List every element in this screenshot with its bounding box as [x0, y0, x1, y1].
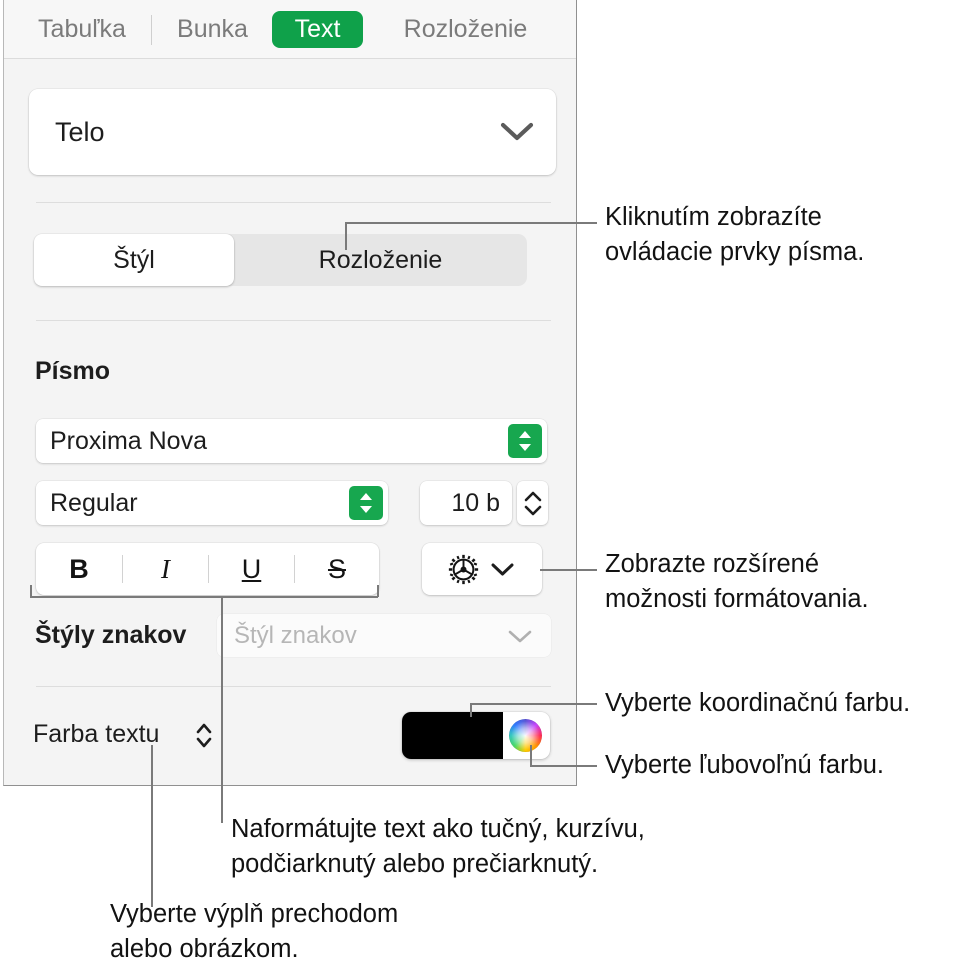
callout-text-formatting: Naformátujte text ako tučný, kurzívu, po… [231, 815, 645, 878]
callout-any-color: Vyberte ľubovoľnú farbu. [605, 751, 885, 779]
font-size-value: 10 b [451, 489, 500, 517]
font-section-title: Písmo [35, 357, 111, 385]
up-down-chevron-icon[interactable] [194, 720, 214, 750]
character-style-dropdown[interactable]: Štýl znakov [217, 614, 551, 657]
tab-rozlozenie[interactable]: Rozloženie [379, 11, 552, 48]
tab-tabulka[interactable]: Tabuľka [22, 11, 142, 48]
font-family-value: Proxima Nova [50, 426, 207, 455]
strikethrough-button[interactable]: S [295, 543, 379, 595]
typeface-button-group[interactable]: B I U S [36, 543, 379, 595]
leader-line-coordinated-h [470, 703, 597, 705]
callout-gradient-fill: Vyberte výplň prechodom alebo obrázkom. [110, 900, 399, 963]
font-weight-value: Regular [50, 488, 138, 517]
callout-font-controls: Kliknutím zobrazíte ovládacie prvky písm… [605, 203, 865, 266]
divider-2 [36, 320, 551, 321]
font-family-stepper[interactable] [508, 424, 542, 458]
color-wheel-icon[interactable] [509, 719, 542, 752]
chevron-down-icon [500, 122, 534, 141]
font-size-field[interactable]: 10 b [420, 481, 512, 525]
character-style-placeholder: Štýl znakov [234, 622, 357, 649]
paragraph-style-popup[interactable]: Telo [29, 89, 556, 175]
paragraph-style-value: Telo [55, 117, 105, 147]
leader-line-text-formatting [221, 596, 223, 823]
segment-rozlozenie[interactable]: Rozloženie [234, 234, 527, 286]
format-inspector-panel: Tabuľka Bunka Text Rozloženie Telo Štýl … [3, 0, 577, 786]
color-swatch[interactable] [402, 712, 503, 759]
leader-line-anycolor-v [530, 745, 532, 766]
bold-button[interactable]: B [36, 543, 122, 595]
bracket-bius-right [377, 585, 379, 597]
font-size-stepper[interactable] [517, 481, 548, 525]
leader-line-advanced-format [540, 569, 597, 571]
tab-bunka[interactable]: Bunka [159, 11, 266, 48]
tab-text[interactable]: Text [272, 11, 363, 48]
callout-advanced-format: Zobrazte rozšírené možnosti formátovania… [605, 550, 869, 613]
up-down-stepper-icon [524, 491, 541, 516]
leader-line-gradient-fill [151, 745, 153, 907]
leader-line-font-controls-h [345, 222, 597, 224]
advanced-format-button[interactable] [422, 543, 542, 595]
inspector-tab-bar: Tabuľka Bunka Text Rozloženie [4, 0, 576, 59]
text-color-label: Farba textu [33, 720, 160, 748]
divider-3 [36, 686, 551, 687]
up-down-stepper-icon [360, 493, 372, 513]
character-styles-label: Štýly znakov [35, 621, 187, 649]
divider-1 [36, 202, 551, 203]
screenshot-root: Tabuľka Bunka Text Rozloženie Telo Štýl … [0, 0, 969, 975]
italic-button[interactable]: I [123, 543, 208, 595]
gear-icon [448, 554, 479, 585]
text-color-well[interactable] [402, 712, 550, 759]
underline-button[interactable]: U [209, 543, 294, 595]
bracket-bius-left [30, 585, 32, 597]
chevron-down-icon [491, 563, 514, 576]
bracket-bius-h [30, 596, 378, 598]
leader-line-font-controls-v [345, 222, 347, 250]
font-weight-field[interactable]: Regular [36, 481, 388, 525]
style-layout-segmented-control[interactable]: Štýl Rozloženie [34, 234, 527, 286]
tab-separator [151, 15, 152, 45]
up-down-stepper-icon [519, 431, 531, 451]
leader-line-anycolor-h [530, 765, 597, 767]
chevron-down-icon [508, 630, 532, 643]
leader-line-coordinated-v [470, 703, 472, 717]
font-family-field[interactable]: Proxima Nova [36, 419, 547, 463]
segment-styl[interactable]: Štýl [34, 234, 234, 286]
font-weight-stepper[interactable] [349, 486, 383, 520]
callout-coordinated-color: Vyberte koordinačnú farbu. [605, 689, 911, 717]
